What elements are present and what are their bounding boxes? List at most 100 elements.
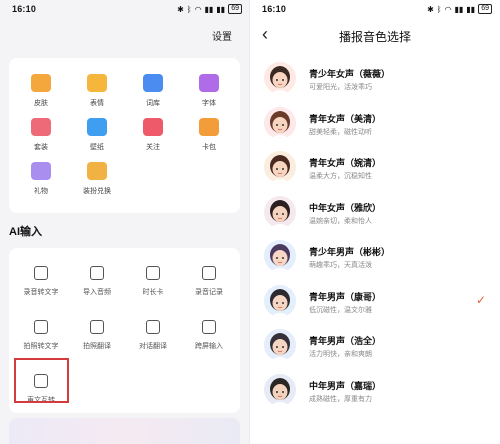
voice-name: 青少年女声（薇薇） <box>309 69 391 79</box>
status-time: 16:10 <box>12 4 37 14</box>
scan-icon <box>34 320 48 334</box>
grid-item-label: 卡包 <box>202 144 216 151</box>
voice-name: 青年女声（婉清） <box>309 158 382 168</box>
tool-item-label: 导入音频 <box>83 289 111 296</box>
tool-item-6[interactable]: 对话翻译 <box>125 320 181 351</box>
feature-grid-card: 皮肤 表情 词库 字体套装 壁纸 关注 卡包礼物 装扮兑换 <box>9 58 240 213</box>
signal-icon: ▮▮ <box>204 4 214 14</box>
grid-item-1[interactable]: 表情 <box>69 74 125 108</box>
emoji-icon <box>87 74 107 92</box>
tool-item-label: 拍照转文字 <box>23 343 59 350</box>
tool-item-label: 对话翻译 <box>139 343 167 350</box>
tool-item-label: 跨屏输入 <box>195 343 223 350</box>
grid-item-label: 皮肤 <box>34 100 48 107</box>
status-time: 16:10 <box>262 4 287 14</box>
bottom-card-preview <box>9 418 240 444</box>
voice-name: 青年女声（美清） <box>309 113 382 124</box>
grid-item-6[interactable]: 关注 <box>125 118 181 152</box>
tool-item-4[interactable]: 拍照转文字 <box>13 320 69 351</box>
grid-item-2[interactable]: 词库 <box>125 74 181 108</box>
voice-name: 青年男声（浩全） <box>309 336 382 346</box>
status-bar: 16:10 ✱ ᛒ ◠ ▮▮ ▮▮ 69 <box>250 0 500 18</box>
tool-item-0[interactable]: 录音转文字 <box>13 266 69 297</box>
tool-item-label: 时长卡 <box>142 289 164 296</box>
voice-option[interactable]: 青年女声（美清） 甜美轻柔，磁性动听 <box>264 106 494 151</box>
tool-item-label: 录音转文字 <box>23 289 59 296</box>
young-woman-avatar <box>264 106 296 139</box>
grid-item-3[interactable]: 字体 <box>181 74 237 108</box>
wifi-icon: ◠ <box>444 4 452 14</box>
voice-selection-panel: 16:10 ✱ ᛒ ◠ ▮▮ ▮▮ 69 ‹ 播报音色选择 青少年女声（薇薇） 可… <box>250 0 500 444</box>
voice-description: 活力明快，亲和爽朗 <box>309 351 372 358</box>
voice-option[interactable]: 青少年女声（薇薇） 可爱阳光，活泼乖巧 <box>264 62 494 106</box>
signal-icon: ▮▮ <box>466 4 476 14</box>
grid-item-label: 套装 <box>34 144 48 151</box>
grid-item-0[interactable]: 皮肤 <box>13 74 69 108</box>
voice-option[interactable]: 青年女声（婉清） 温柔大方，沉稳知性 <box>264 151 494 195</box>
battery-icon: 69 <box>228 4 242 14</box>
settings-button[interactable]: 设置 <box>212 28 232 43</box>
do-not-disturb-icon: ✱ <box>177 4 184 14</box>
tool-item-label: 拍照翻译 <box>83 343 111 350</box>
bluetooth-icon: ᛒ <box>186 4 192 14</box>
middle-aged-woman-avatar <box>264 195 296 228</box>
status-icons: ✱ ᛒ ◠ ▮▮ ▮▮ 69 <box>427 4 492 14</box>
highlight-box <box>14 358 69 403</box>
gift-icon <box>31 162 51 180</box>
voice-description: 成熟磁性，厚重有力 <box>309 395 372 403</box>
voice-name: 青年男声（康哥） <box>309 291 382 302</box>
status-icons: ✱ ᛒ ◠ ▮▮ ▮▮ 69 <box>177 4 242 14</box>
grid-item-5[interactable]: 壁纸 <box>69 118 125 152</box>
grid-item-label: 字体 <box>202 100 216 107</box>
young-woman-avatar <box>264 151 296 183</box>
tool-item-7[interactable]: 跨屏输入 <box>181 320 237 351</box>
signal-icon: ▮▮ <box>454 4 464 14</box>
tool-item-label: 录音记录 <box>195 289 223 296</box>
grid-item-9[interactable]: 装扮兑换 <box>69 162 125 196</box>
tool-item-3[interactable]: 录音记录 <box>181 266 237 297</box>
voice-option[interactable]: 中年女声（雅欣） 温婉亲切，柔和怡人 <box>264 195 494 240</box>
microphone-icon <box>34 266 48 280</box>
voice-description: 温柔大方，沉稳知性 <box>309 173 372 180</box>
voice-option[interactable]: 青年男声（康哥） 低沉磁性，温文尔雅 ✓ <box>264 284 494 329</box>
voice-option[interactable]: 青年男声（浩全） 活力明快，亲和爽朗 <box>264 329 494 373</box>
grid-item-4[interactable]: 套装 <box>13 118 69 152</box>
selected-check-icon: ✓ <box>475 292 486 307</box>
grid-item-8[interactable]: 礼物 <box>13 162 69 196</box>
grid-item-label: 关注 <box>146 144 160 151</box>
grid-item-label: 礼物 <box>34 188 48 195</box>
exchange-icon <box>87 162 107 180</box>
tool-item-1[interactable]: 导入音频 <box>69 266 125 297</box>
heart-icon <box>143 118 163 136</box>
record-list-icon <box>202 266 216 280</box>
voice-name: 青少年男声（彬彬） <box>309 247 391 257</box>
font-icon <box>199 74 219 92</box>
wallpaper-icon <box>87 118 107 136</box>
young-man-avatar <box>264 284 296 317</box>
voice-option[interactable]: 中年男声（嘉瑞） 成熟磁性，厚重有力 <box>264 373 494 418</box>
camera-translate-icon <box>90 320 104 334</box>
suite-icon <box>31 118 51 136</box>
wifi-icon: ◠ <box>194 4 202 14</box>
voice-description: 低沉磁性，温文尔雅 <box>309 306 372 314</box>
voice-description: 可爱阳光，活泼乖巧 <box>309 84 372 91</box>
grid-item-label: 词库 <box>146 100 160 107</box>
page-title: 播报音色选择 <box>338 30 411 44</box>
bluetooth-icon: ᛒ <box>436 4 442 14</box>
ai-input-title: AI输入 <box>9 226 42 238</box>
voice-name: 中年女声（雅欣） <box>309 202 382 213</box>
voice-description: 温婉亲切，柔和怡人 <box>309 217 372 225</box>
boy-avatar <box>264 240 296 272</box>
tool-item-2[interactable]: 时长卡 <box>125 266 181 297</box>
young-man-avatar <box>264 329 296 361</box>
voice-option[interactable]: 青少年男声（彬彬） 萌趣乖巧，天真活泼 <box>264 240 494 284</box>
tool-item-5[interactable]: 拍照翻译 <box>69 320 125 351</box>
grid-item-7[interactable]: 卡包 <box>181 118 237 152</box>
signal-icon: ▮▮ <box>216 4 226 14</box>
grid-item-label: 壁纸 <box>90 144 104 151</box>
grid-item-label: 表情 <box>90 100 104 107</box>
girl-avatar <box>264 62 296 94</box>
page-header: ‹ 播报音色选择 <box>250 18 500 52</box>
keyboard-settings-panel: 16:10 ✱ ᛒ ◠ ▮▮ ▮▮ 69 设置 皮肤 表情 词库 字体套装 壁纸 关注 卡包… <box>0 0 250 444</box>
folder-icon <box>90 266 104 280</box>
